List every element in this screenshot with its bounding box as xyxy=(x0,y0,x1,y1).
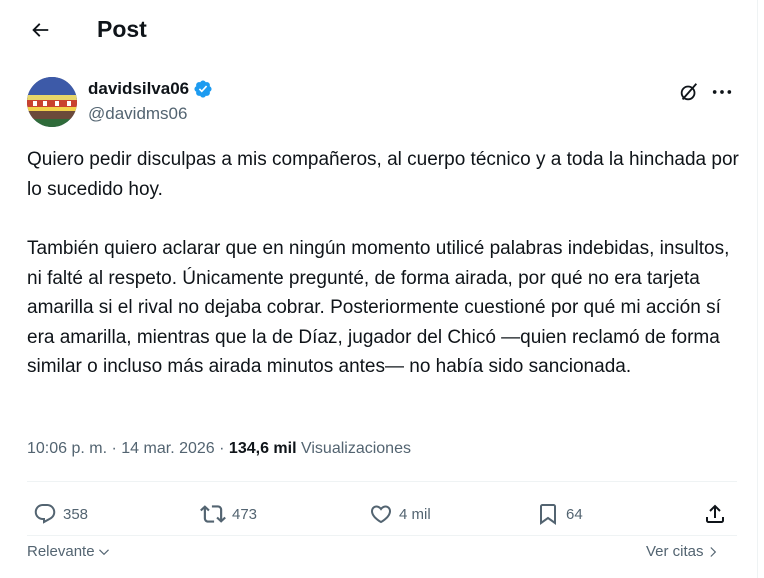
bookmark-button[interactable]: 64 xyxy=(536,494,583,534)
meta-separator: · xyxy=(219,440,225,457)
view-quotes-label: Ver citas xyxy=(646,543,704,560)
author-display-name: davidsilva06 xyxy=(88,79,190,98)
bookmark-count: 64 xyxy=(566,505,583,523)
post-meta: 10:06 p. m. · 14 mar. 2026 · 134,6 mil V… xyxy=(27,437,411,461)
sort-replies-dropdown[interactable]: Relevante xyxy=(27,541,111,563)
author-name[interactable]: davidsilva06 xyxy=(88,77,213,101)
views-label: Visualizaciones xyxy=(300,440,411,457)
page-title: Post xyxy=(97,16,147,42)
grok-button[interactable] xyxy=(676,79,702,105)
avatar[interactable] xyxy=(27,77,77,127)
back-button[interactable] xyxy=(22,12,58,48)
reply-button[interactable]: 358 xyxy=(33,494,88,534)
repost-button[interactable]: 473 xyxy=(200,494,257,534)
action-bar: 358 473 4 mil 64 xyxy=(0,494,758,534)
chevron-right-icon xyxy=(709,547,716,557)
views-count: 134,6 mil xyxy=(228,440,297,457)
grok-icon xyxy=(680,83,698,101)
repost-count: 473 xyxy=(232,505,258,523)
sort-label: Relevante xyxy=(27,543,95,560)
bookmark-icon xyxy=(540,504,556,525)
chevron-down-icon xyxy=(98,549,109,556)
reply-icon xyxy=(34,504,56,524)
divider xyxy=(27,535,737,536)
repost-icon xyxy=(200,505,226,523)
meta-separator: · xyxy=(111,440,117,457)
more-options-button[interactable] xyxy=(708,79,736,105)
divider xyxy=(27,481,737,482)
post-text-paragraph-2: También quiero aclarar que en ningún mom… xyxy=(27,238,730,377)
share-icon xyxy=(706,504,724,523)
more-horizontal-icon xyxy=(712,90,732,94)
stadium-photo-icon xyxy=(27,77,77,127)
arrow-left-icon xyxy=(32,23,49,37)
view-quotes-link[interactable]: Ver citas xyxy=(646,541,720,563)
like-count: 4 mil xyxy=(399,505,431,523)
reply-count: 358 xyxy=(63,505,89,523)
share-button[interactable] xyxy=(703,494,727,534)
verified-badge-icon xyxy=(193,79,213,99)
top-bar: Post xyxy=(0,0,758,58)
heart-icon xyxy=(370,505,392,524)
post-text-paragraph-1: Quiero pedir disculpas a mis compañeros,… xyxy=(27,149,739,200)
post-date[interactable]: 14 mar. 2026 xyxy=(121,440,214,457)
post-time[interactable]: 10:06 p. m. xyxy=(27,440,107,457)
post-detail-view: Post davidsilva06 @davidms06 Quiero pedi… xyxy=(0,0,758,578)
like-button[interactable]: 4 mil xyxy=(369,494,431,534)
author-handle[interactable]: @davidms06 xyxy=(88,102,187,126)
